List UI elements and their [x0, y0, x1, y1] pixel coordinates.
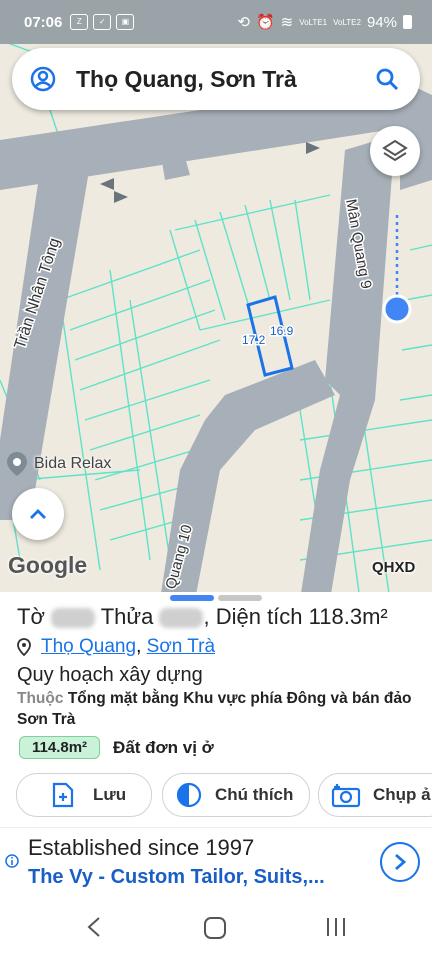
save-button[interactable]: Lưu — [16, 773, 152, 817]
capture-label: Chụp ả — [373, 785, 431, 804]
clock: 07:06 — [24, 13, 63, 31]
land-area-chip: 114.8m² — [19, 736, 101, 759]
back-icon[interactable] — [85, 916, 103, 938]
parcel-label-2: 16.9 — [270, 324, 294, 338]
location-separator: , — [136, 636, 142, 657]
system-icons: ⟲ ⏰ ≋ VoLTE1 VoLTE2 94% — [237, 0, 412, 44]
location-pin-icon — [17, 638, 31, 656]
planning-title: Quy hoạch xây dựng — [17, 664, 203, 686]
signal-2-icon: VoLTE2 — [333, 17, 361, 27]
system-nav-bar — [0, 898, 432, 960]
capture-button[interactable]: Chụp ả — [318, 773, 432, 817]
map-canvas[interactable]: Trần Nhân Tông Mân Quang 9 Quang 10 17.2… — [0, 44, 432, 592]
save-label: Lưu — [93, 785, 127, 804]
plot-label: Thửa — [100, 604, 154, 629]
ad-open-button[interactable] — [380, 842, 420, 882]
notification-icons: Z ✓ ▣ — [70, 14, 135, 30]
sheet-number-redacted — [51, 608, 95, 629]
layers-icon — [382, 139, 408, 162]
zalo-icon: Z — [70, 14, 89, 30]
ad-subline[interactable]: The Vy - Custom Tailor, Suits,... — [28, 866, 325, 889]
poi-label: Bida Relax — [34, 455, 112, 472]
ward-link[interactable]: Thọ Quang — [41, 636, 136, 657]
camera-icon — [331, 784, 361, 808]
land-use-row: 114.8m² Đất đơn vị ở — [19, 736, 214, 759]
layers-button[interactable] — [370, 126, 420, 176]
info-icon — [5, 854, 19, 868]
chevron-up-icon — [30, 509, 46, 519]
signal-1-icon: VoLTE1 — [299, 17, 328, 27]
ad-banner[interactable]: Established since 1997 The Vy - Custom T… — [0, 827, 432, 898]
search-bar[interactable]: Thọ Quang, Sơn Trà — [12, 48, 420, 110]
contrast-icon — [176, 782, 202, 808]
area-value: 118.3m² — [308, 604, 388, 629]
battery-icon — [403, 15, 412, 29]
poi-marker[interactable]: Bida Relax — [6, 451, 111, 477]
bookmark-add-icon — [52, 782, 74, 808]
plot-number-redacted — [159, 608, 204, 629]
land-type: Đất đơn vị ở — [113, 737, 214, 757]
sheet-handle-active[interactable] — [170, 595, 214, 601]
home-icon[interactable] — [203, 916, 227, 940]
sheet-handle[interactable] — [218, 595, 262, 601]
status-bar: 07:06 Z ✓ ▣ ⟲ ⏰ ≋ VoLTE1 VoLTE2 94% — [0, 0, 432, 44]
district-link[interactable]: Sơn Trà — [147, 636, 215, 657]
place-pin-icon — [7, 452, 27, 476]
provider-label: QHXD — [372, 559, 416, 576]
chevron-right-icon — [395, 853, 407, 871]
area-label: , Diện tích — [203, 604, 303, 629]
gallery-icon: ▣ — [116, 14, 135, 30]
legend-label: Chú thích — [215, 785, 294, 804]
planning-text: Tổng mặt bằng Khu vực phía Đông và bán đ… — [17, 690, 412, 728]
alarm-icon: ⏰ — [255, 14, 275, 31]
sync-icon: ⟲ — [237, 14, 250, 31]
recents-icon[interactable] — [324, 916, 348, 938]
location-row: Thọ Quang, Sơn Trà — [17, 636, 215, 658]
planning-description: Thuộc Tổng mặt bằng Khu vực phía Đông và… — [17, 688, 417, 730]
legend-button[interactable]: Chú thích — [162, 773, 310, 817]
account-icon[interactable] — [30, 66, 56, 92]
wifi-icon: ≋ — [280, 14, 294, 31]
google-logo: Google — [8, 552, 88, 578]
ad-headline[interactable]: Established since 1997 — [28, 835, 254, 861]
planning-prefix: Thuộc — [17, 690, 64, 707]
search-query[interactable]: Thọ Quang, Sơn Trà — [76, 66, 297, 93]
expand-button[interactable] — [12, 488, 64, 540]
sheet-label: Tờ — [17, 604, 45, 629]
map-view[interactable]: Trần Nhân Tông Mân Quang 9 Quang 10 17.2… — [0, 44, 432, 592]
search-icon[interactable] — [374, 66, 400, 97]
parcel-title: Tờ Thửa , Diện tích 118.3m² — [17, 604, 388, 630]
battery-text: 94% — [366, 13, 397, 31]
check-icon: ✓ — [93, 14, 112, 30]
parcel-label-1: 17.2 — [242, 333, 266, 347]
